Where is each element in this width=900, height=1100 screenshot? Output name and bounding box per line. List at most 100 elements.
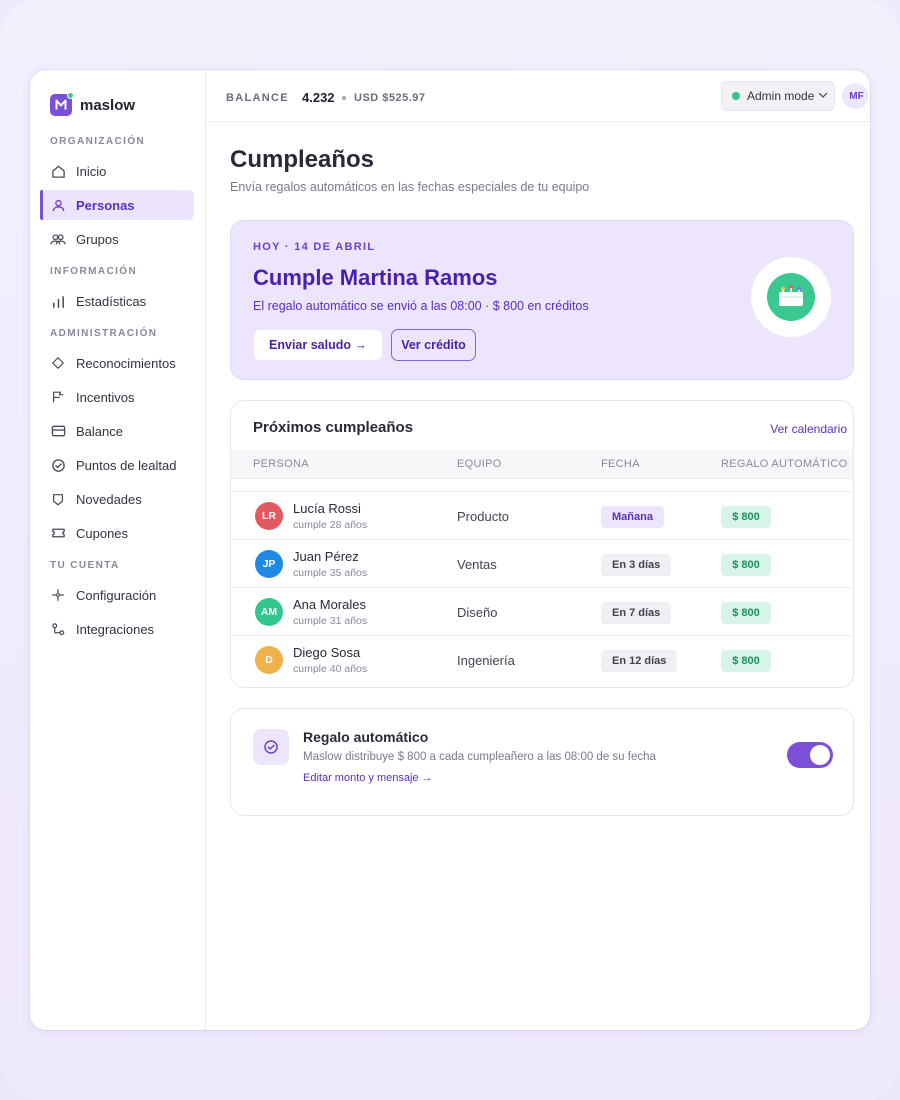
person-name: Lucía Rossi	[293, 501, 361, 516]
person-team: Ventas	[457, 557, 497, 572]
separator-dot	[342, 96, 346, 100]
sidebar-item-label: Integraciones	[76, 621, 155, 637]
balance-value: 4.232	[302, 90, 335, 105]
section-label-informacion: INFORMACIÓN	[50, 266, 138, 277]
sparkle-icon	[50, 587, 66, 603]
sidebar-item-novedades[interactable]: Novedades	[40, 484, 194, 514]
send-greeting-button[interactable]: Enviar saludo →	[253, 329, 383, 361]
edit-amount-link[interactable]: Editar monto y mensaje →	[303, 772, 433, 784]
person-age: cumple 28 años	[293, 519, 368, 531]
gift-badge: $ 800	[721, 650, 771, 672]
auto-gift-toggle[interactable]	[787, 742, 833, 768]
avatar: AM	[255, 598, 283, 626]
table-row[interactable]: JP Juan Pérez cumple 35 años Ventas En 3…	[231, 539, 853, 587]
sidebar-item-label: Balance	[76, 423, 123, 439]
status-dot-icon	[732, 92, 740, 100]
hero-date: HOY · 14 DE ABRIL	[253, 241, 376, 253]
column-header-regalo[interactable]: REGALO AUTOMÁTICO	[721, 458, 848, 470]
balance-usd: USD $525.97	[354, 92, 426, 104]
sidebar-item-inicio[interactable]: Inicio	[40, 156, 194, 186]
person-age: cumple 31 años	[293, 615, 368, 627]
card-icon	[50, 423, 66, 439]
sidebar-item-label: Personas	[76, 197, 135, 213]
brand-name: maslow	[80, 96, 136, 114]
check-circle-icon	[253, 729, 289, 765]
person-age: cumple 35 años	[293, 567, 368, 579]
sidebar-item-label: Reconocimientos	[76, 355, 176, 371]
avatar: LR	[255, 502, 283, 530]
column-header-fecha[interactable]: FECHA	[601, 458, 640, 470]
hero-description: El regalo automático se envió a las 08:0…	[253, 299, 589, 313]
person-team: Diseño	[457, 605, 498, 620]
ticket-icon	[50, 525, 66, 541]
gift-badge: $ 800	[721, 554, 771, 576]
sidebar-item-label: Estadísticas	[76, 293, 147, 309]
table-row[interactable]: D Diego Sosa cumple 40 años Ingeniería E…	[231, 635, 853, 683]
admin-mode-label: Admin mode	[747, 89, 815, 103]
person-age: cumple 40 años	[293, 663, 368, 675]
date-badge: En 7 días	[601, 602, 672, 624]
integrations-icon	[50, 621, 66, 637]
person-name: Juan Pérez	[293, 549, 359, 564]
topbar: BALANCE 4.232 USD $525.97 Admin mode MF	[206, 70, 870, 122]
sidebar-item-personas[interactable]: Personas	[40, 190, 194, 220]
sidebar-item-grupos[interactable]: Grupos	[40, 224, 194, 254]
chevron-down-icon	[818, 87, 828, 105]
person-team: Producto	[457, 509, 510, 524]
date-badge: En 3 días	[601, 554, 672, 576]
sidebar-item-reconocimientos[interactable]: Reconocimientos	[40, 348, 194, 378]
date-badge: En 12 días	[601, 650, 678, 672]
view-calendar-link[interactable]: Ver calendario	[770, 422, 847, 436]
birthday-badge	[751, 257, 831, 337]
diamond-icon	[50, 355, 66, 371]
page-title: Cumpleaños	[230, 146, 375, 173]
today-birthday-banner: HOY · 14 DE ABRIL Cumple Martina Ramos E…	[230, 220, 854, 380]
sidebar-item-estadisticas[interactable]: Estadísticas	[40, 286, 194, 316]
avatar: D	[255, 646, 283, 674]
sidebar-item-label: Cupones	[76, 525, 129, 541]
person-team: Ingeniería	[457, 653, 515, 668]
sidebar-item-label: Configuración	[76, 587, 157, 603]
check-circle-icon	[50, 457, 66, 473]
admin-mode-dropdown[interactable]: Admin mode	[721, 81, 835, 111]
sidebar-item-cupones[interactable]: Cupones	[40, 518, 194, 548]
person-name: Ana Morales	[293, 597, 366, 612]
sidebar-item-label: Puntos de lealtad	[76, 457, 177, 473]
home-icon	[50, 163, 66, 179]
main-content: Cumpleaños Envía regalos automáticos en …	[206, 122, 870, 1030]
cake-icon	[767, 273, 815, 321]
user-icon	[50, 197, 66, 213]
sidebar-item-label: Inicio	[76, 163, 107, 179]
upcoming-title: Próximos cumpleaños	[253, 419, 414, 436]
sidebar-item-integraciones[interactable]: Integraciones	[40, 614, 194, 644]
sidebar-item-label: Novedades	[76, 491, 142, 507]
sidebar-item-balance[interactable]: Balance	[40, 416, 194, 446]
section-label-organizacion: ORGANIZACIÓN	[50, 136, 146, 147]
sidebar-item-label: Incentivos	[76, 389, 135, 405]
app-window: maslow ORGANIZACIÓN Inicio Personas Grup…	[30, 70, 870, 1030]
sidebar-item-configuracion[interactable]: Configuración	[40, 580, 194, 610]
sidebar-item-puntos-de-lealtad[interactable]: Puntos de lealtad	[40, 450, 194, 480]
gift-badge: $ 800	[721, 602, 771, 624]
maslow-logo-icon	[50, 92, 74, 116]
column-header-equipo[interactable]: EQUIPO	[457, 458, 502, 470]
avatar: JP	[255, 550, 283, 578]
brand[interactable]: maslow	[50, 92, 136, 116]
view-credit-button[interactable]: Ver crédito	[391, 329, 476, 361]
date-badge: Mañana	[601, 506, 664, 528]
shield-icon	[50, 491, 66, 507]
upcoming-birthdays-card: Próximos cumpleaños Ver calendario PERSO…	[230, 400, 854, 688]
user-avatar[interactable]: MF	[842, 83, 868, 109]
column-header-persona[interactable]: PERSONA	[253, 458, 309, 470]
sidebar-item-incentivos[interactable]: Incentivos	[40, 382, 194, 412]
bar-chart-icon	[50, 293, 66, 309]
auto-gift-title: Regalo automático	[303, 729, 429, 745]
toggle-knob	[810, 745, 830, 765]
auto-gift-card: Regalo automático Maslow distribuye $ 80…	[230, 708, 854, 816]
table-row[interactable]: LR Lucía Rossi cumple 28 años Producto M…	[231, 491, 853, 539]
table-row[interactable]: AM Ana Morales cumple 31 años Diseño En …	[231, 587, 853, 635]
sidebar: maslow ORGANIZACIÓN Inicio Personas Grup…	[30, 70, 206, 1030]
auto-gift-description: Maslow distribuye $ 800 a cada cumpleañe…	[303, 751, 656, 763]
users-icon	[50, 231, 66, 247]
page-subtitle: Envía regalos automáticos en las fechas …	[230, 180, 590, 194]
